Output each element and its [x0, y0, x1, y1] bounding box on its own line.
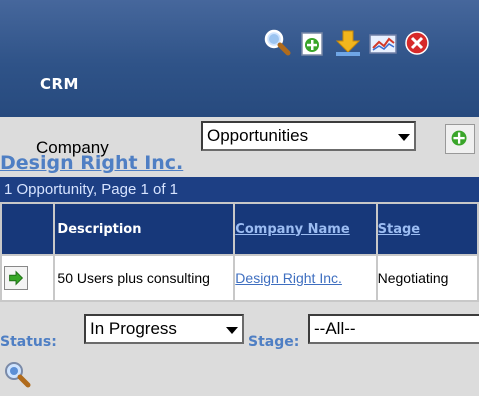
close-icon[interactable]	[402, 28, 432, 58]
search-icon[interactable]	[262, 28, 292, 58]
search-icon[interactable]	[2, 360, 32, 390]
status-label: Status:	[0, 334, 57, 350]
description-column-label: Description	[57, 221, 142, 237]
app-title: CRM	[40, 75, 79, 93]
company-name-heading[interactable]: Design Right Inc.	[0, 152, 183, 174]
add-record-icon	[451, 130, 467, 146]
description-cell: 50 Users plus consulting	[53, 254, 236, 302]
view-select[interactable]: Opportunities	[201, 121, 416, 151]
chevron-down-icon	[226, 327, 238, 334]
new-record-icon[interactable]	[297, 28, 327, 58]
status-select-value: In Progress	[90, 319, 177, 338]
company-name-column-header[interactable]: Company Name	[233, 202, 378, 256]
chart-icon[interactable]	[368, 28, 398, 58]
open-record-button[interactable]	[4, 266, 28, 290]
download-icon[interactable]	[333, 28, 363, 58]
page-info: 1 Opportunity, Page 1 of 1	[0, 177, 479, 202]
add-record-button[interactable]	[445, 124, 475, 154]
stage-label: Stage:	[248, 334, 300, 350]
stage-cell: Negotiating	[375, 254, 479, 302]
row-action-cell	[0, 254, 56, 302]
company-name-link[interactable]: Design Right Inc.	[235, 270, 342, 286]
stage-select-value: --All--	[314, 319, 356, 338]
opportunities-table: Description Company Name Stage 50 Users …	[0, 202, 479, 302]
table-row: 50 Users plus consulting Design Right In…	[0, 254, 479, 302]
description-column-header: Description	[53, 202, 236, 256]
arrow-right-icon	[9, 270, 24, 286]
view-select-value: Opportunities	[207, 126, 309, 145]
table-header-row: Description Company Name Stage	[0, 202, 479, 256]
company-name-sort-link[interactable]: Company Name	[235, 222, 349, 237]
app-header: CRM	[0, 0, 479, 117]
status-select[interactable]: In Progress	[84, 314, 244, 344]
chevron-down-icon	[398, 134, 410, 141]
action-column-header	[0, 202, 56, 256]
stage-select[interactable]: --All--	[308, 314, 479, 344]
stage-column-header[interactable]: Stage	[375, 202, 479, 256]
company-name-cell: Design Right Inc.	[233, 254, 378, 302]
stage-sort-link[interactable]: Stage	[378, 222, 420, 237]
